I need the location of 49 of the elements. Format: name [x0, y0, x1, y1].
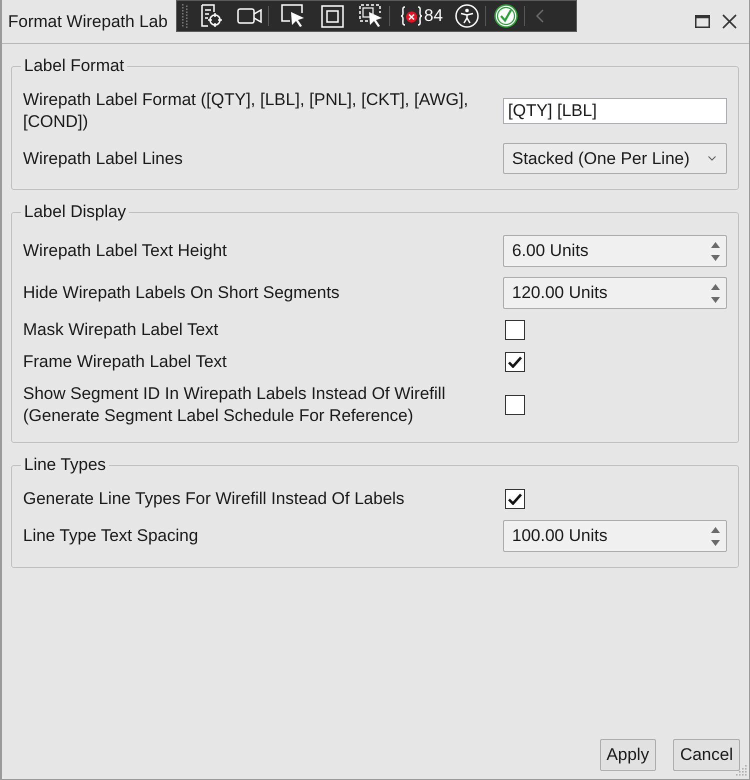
binding-error-icon[interactable]	[400, 6, 423, 26]
field-label: Line Type Text Spacing	[23, 525, 200, 547]
field-label: Generate Line Types For Wirefill Instead Of Labels	[23, 488, 406, 510]
checkbox[interactable]	[505, 395, 525, 415]
dropdown[interactable]: Stacked (One Per Line)	[503, 143, 727, 174]
field-label: Mask Wirepath Label Text	[23, 319, 220, 341]
focus-cursor-icon[interactable]	[359, 4, 383, 28]
field-label: Wirepath Label Lines	[23, 148, 184, 170]
down-triangle-icon[interactable]	[711, 254, 720, 260]
check-circle-icon[interactable]	[494, 4, 518, 28]
accessibility-icon[interactable]	[454, 4, 479, 28]
down-triangle-icon[interactable]	[711, 296, 720, 302]
error-count: 84	[424, 6, 443, 26]
video-camera-icon[interactable]	[237, 8, 262, 24]
cursor-select-icon[interactable]	[281, 4, 305, 28]
up-triangle-icon[interactable]	[711, 284, 720, 290]
spin-field[interactable]: 6.00 Units	[503, 235, 727, 267]
field-label: Hide Wirepath Labels On Short Segments	[23, 282, 341, 304]
maximize-button[interactable]	[695, 15, 710, 28]
checkbox[interactable]	[505, 489, 525, 509]
field-label: Frame Wirepath Label Text	[23, 351, 228, 373]
close-button[interactable]	[722, 14, 737, 29]
checkbox[interactable]	[505, 352, 525, 372]
checkmark-icon	[508, 356, 522, 368]
down-triangle-icon[interactable]	[711, 540, 720, 546]
grip-icon[interactable]	[181, 4, 189, 28]
text-field[interactable]: [QTY] [LBL]	[503, 98, 727, 124]
dialog-button[interactable]: Cancel	[673, 739, 740, 771]
checkmark-icon	[508, 493, 522, 505]
chevron-down-icon	[708, 156, 716, 161]
group-title: Label Display	[23, 201, 128, 223]
dialog-button[interactable]: Apply	[600, 739, 656, 771]
up-triangle-icon[interactable]	[711, 526, 720, 532]
group-title: Line Types	[23, 454, 107, 476]
group-title: Label Format	[23, 55, 126, 77]
checkbox[interactable]	[505, 320, 525, 340]
field-label: Show Segment ID In Wirepath Labels Instead Of Wirefill (Generate Segment Label Schedule For Reference)	[23, 383, 446, 427]
select-element-icon[interactable]	[199, 4, 223, 28]
spin-field[interactable]: 120.00 Units	[503, 277, 727, 309]
up-triangle-icon[interactable]	[711, 242, 720, 248]
square-icon[interactable]	[321, 4, 344, 28]
resize-grip-icon[interactable]	[735, 764, 747, 776]
field-label: Wirepath Label Format ([QTY], [LBL], [PNL], [CKT], [AWG], [COND])	[23, 89, 470, 133]
field-label: Wirepath Label Text Height	[23, 240, 228, 262]
maximize-icon	[695, 15, 710, 28]
window-title: Format Wirepath Lab	[8, 10, 168, 33]
close-icon	[722, 14, 737, 29]
chevron-left-icon[interactable]	[536, 9, 544, 23]
spin-field[interactable]: 100.00 Units	[503, 520, 727, 552]
